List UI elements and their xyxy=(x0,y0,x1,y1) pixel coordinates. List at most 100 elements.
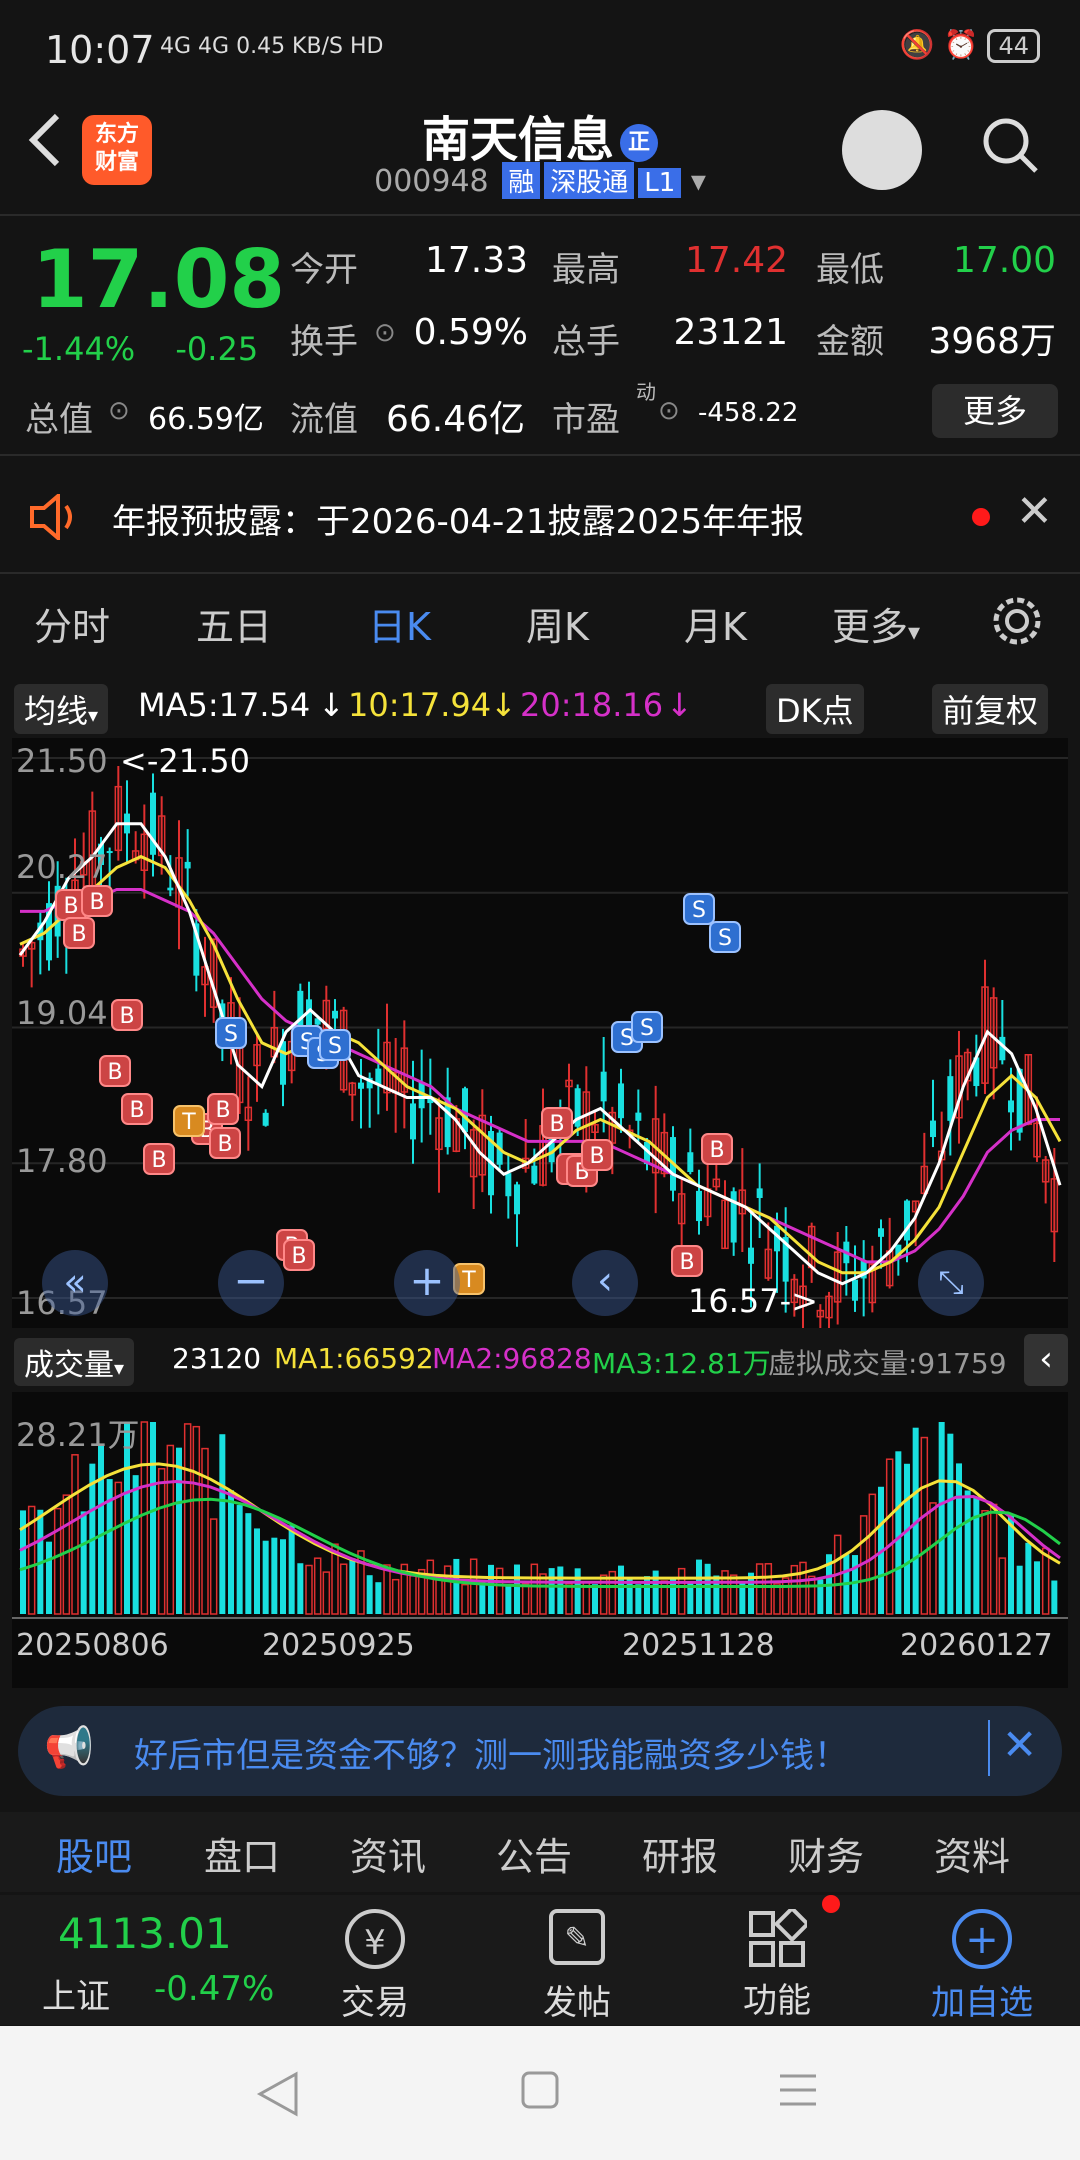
nav-back-icon[interactable] xyxy=(256,2070,300,2118)
mark-label: B xyxy=(71,922,86,947)
tab-weekly-k[interactable]: 周K xyxy=(526,596,589,651)
volume-chart[interactable]: 28.21万 20250806 20250925 20251128 202601… xyxy=(12,1392,1068,1688)
kline-svg: BBBBBBBBBBBBBBBBBBSSSSSSSSTT xyxy=(12,757,1068,1336)
volume-bar xyxy=(1041,1547,1050,1615)
tab-financials[interactable]: 财务 xyxy=(788,1826,864,1881)
mute-icon: 🔕 xyxy=(899,28,935,61)
candle-body xyxy=(635,1112,642,1121)
chevron-down-icon: ▾ xyxy=(908,618,921,646)
mark-label: B xyxy=(549,1112,564,1137)
tab-daily-k[interactable]: 日K xyxy=(368,596,431,651)
tab-monthly-k[interactable]: 月K xyxy=(684,596,747,651)
add-watchlist-button[interactable]: + 加自选 xyxy=(912,1895,1052,2025)
close-icon[interactable]: ✕ xyxy=(1016,486,1053,537)
adjust-button[interactable]: 前复权 xyxy=(932,684,1049,734)
index-value: 4113.01 xyxy=(58,1909,232,1958)
section-tabs: 股吧 盘口 资讯 公告 研报 财务 资料 xyxy=(0,1812,1080,1892)
volume-bar xyxy=(322,1571,331,1615)
dropdown-icon[interactable]: ▾ xyxy=(691,164,706,199)
volume-bar xyxy=(228,1490,234,1614)
index-ticker[interactable]: 4113.01 上证 -0.47% xyxy=(20,1895,290,2025)
tab-forum[interactable]: 股吧 xyxy=(56,1826,132,1881)
more-button[interactable]: 更多 xyxy=(932,384,1058,438)
trade-button[interactable]: ¥ 交易 xyxy=(310,1895,440,2025)
tab-more[interactable]: 更多▾ xyxy=(832,596,920,651)
info-icon[interactable]: ⊙ xyxy=(658,396,680,426)
index-name: 上证 xyxy=(42,1977,110,2017)
quote-panel: 17.08 -1.44% -0.25 今开 17.33 最高 17.42 最低 … xyxy=(0,218,1080,450)
volume-value: 23120 xyxy=(172,1342,262,1375)
volume-bar xyxy=(98,1444,104,1614)
info-icon[interactable]: ⊙ xyxy=(374,318,396,348)
divider xyxy=(0,214,1080,216)
volume-bar xyxy=(1025,1542,1032,1614)
ma-selector[interactable]: 均线▾ xyxy=(14,684,109,734)
volume-bar xyxy=(626,1579,633,1614)
tab-timeshare[interactable]: 分时 xyxy=(34,596,110,651)
volume-bar xyxy=(514,1564,520,1614)
mark-label: S xyxy=(224,1022,238,1047)
y-tick-label: 17.80 xyxy=(16,1142,108,1180)
alarm-icon: ⏰ xyxy=(943,28,979,61)
kline-chart[interactable]: BBBBBBBBBBBBBBBBBBSSSSSSSSTT 21.50 20.27… xyxy=(12,738,1068,1336)
volume-bar xyxy=(443,1565,452,1615)
candle-body xyxy=(1008,1100,1014,1113)
volume-bar xyxy=(349,1558,356,1614)
scroll-left-button[interactable]: « xyxy=(42,1250,108,1316)
gear-icon[interactable] xyxy=(990,594,1044,648)
volume-bar xyxy=(114,1481,123,1615)
stock-name-text: 南天信息 xyxy=(421,112,614,168)
mark-label: S xyxy=(328,1034,342,1059)
volume-bar xyxy=(192,1425,201,1615)
volume-bar xyxy=(313,1557,322,1615)
tab-announcements[interactable]: 公告 xyxy=(496,1826,572,1881)
tab-more-label: 更多 xyxy=(832,605,909,649)
pe-label: 市盈 xyxy=(552,400,620,440)
collapse-icon[interactable]: ‹ xyxy=(1024,1334,1068,1386)
chevron-down-icon: ▾ xyxy=(88,703,99,727)
post-button[interactable]: ✎ 发帖 xyxy=(512,1895,642,2025)
tab-orderbook[interactable]: 盘口 xyxy=(204,1826,280,1881)
ma20-value: 20:18.16 xyxy=(520,686,664,724)
ma10-value: 10:17.94 xyxy=(348,686,492,724)
y-tick-label: 28.21万 xyxy=(16,1416,140,1454)
promo-banner[interactable]: 📢 好后市但是资金不够？测一测我能融资多少钱！ ✕ xyxy=(18,1706,1062,1796)
zoom-out-button[interactable]: − xyxy=(218,1250,284,1316)
assistant-avatar[interactable] xyxy=(842,110,922,190)
zoom-in-button[interactable]: + xyxy=(394,1250,460,1316)
volume-bar xyxy=(868,1493,877,1615)
volume-selector[interactable]: 成交量▾ xyxy=(14,1338,135,1386)
action-footer: 4113.01 上证 -0.47% ¥ 交易 ✎ 发帖 功能 + 加自选 xyxy=(0,1895,1080,2025)
fullscreen-icon[interactable]: ⤡ xyxy=(918,1250,984,1316)
candle-body xyxy=(687,1152,694,1172)
y-tick-label: 21.50 xyxy=(16,742,108,780)
ma-selector-label: 均线 xyxy=(24,692,89,730)
volume-bar xyxy=(488,1564,494,1614)
notice-bar[interactable]: 年报预披露：于2026-04-21披露2025年年报 ✕ xyxy=(0,462,1080,572)
nav-home-icon[interactable] xyxy=(520,2070,560,2110)
notice-text: 年报预披露：于2026-04-21披露2025年年报 xyxy=(112,502,805,542)
prev-button[interactable]: ‹ xyxy=(572,1250,638,1316)
search-icon[interactable] xyxy=(980,115,1040,175)
volume-bar xyxy=(773,1583,781,1615)
close-icon[interactable]: ✕ xyxy=(1002,1720,1037,1769)
nav-menu-icon[interactable] xyxy=(778,2072,818,2108)
volume-bar xyxy=(920,1436,929,1615)
divider xyxy=(0,572,1080,574)
info-icon[interactable]: ⊙ xyxy=(108,396,130,426)
volume-bar xyxy=(852,1555,858,1614)
mark-label: T xyxy=(181,1110,196,1135)
volume-bar xyxy=(947,1433,954,1614)
mark-label: B xyxy=(107,1060,122,1085)
volume-bar xyxy=(495,1567,504,1615)
tab-reports[interactable]: 研报 xyxy=(642,1826,718,1881)
candle-body xyxy=(748,1247,754,1264)
tab-news[interactable]: 资讯 xyxy=(350,1826,426,1881)
volume-bar xyxy=(461,1583,469,1615)
tab-profile[interactable]: 资料 xyxy=(934,1826,1010,1881)
float-value: 66.46亿 xyxy=(386,399,526,440)
dk-point-button[interactable]: DK点 xyxy=(766,684,864,734)
tab-five-day[interactable]: 五日 xyxy=(196,596,272,651)
function-button[interactable]: 功能 xyxy=(712,1895,842,2025)
candle-body xyxy=(262,1112,269,1126)
